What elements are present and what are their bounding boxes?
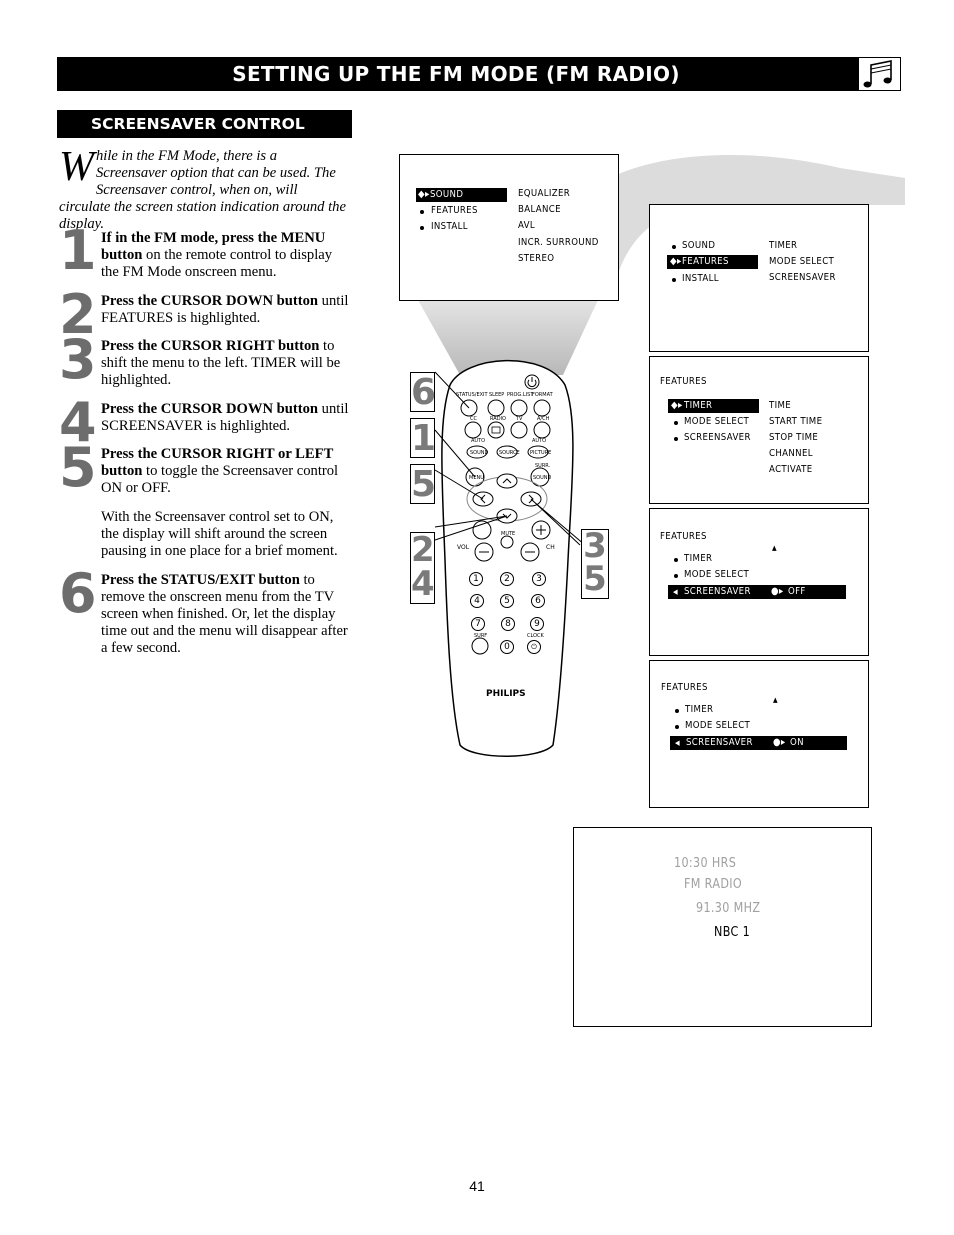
remote-label: FORMAT — [532, 392, 553, 398]
vol-up-button — [472, 520, 492, 540]
remote-label: CC — [470, 416, 477, 422]
callout-step-1: 1 — [410, 418, 437, 459]
digit-button-1[interactable]: 1 — [469, 572, 483, 586]
cc-button — [464, 421, 482, 439]
remote-label: SOUND — [533, 475, 552, 481]
digit-button-5[interactable]: 5 — [500, 594, 514, 608]
remote-label: SURF — [474, 633, 488, 639]
remote-label: VOL — [457, 544, 470, 551]
digit-button-4[interactable]: 4 — [470, 594, 484, 608]
callout-step-5: 5 — [410, 464, 437, 505]
remote-label: AUTO — [471, 438, 486, 444]
sleep-button — [487, 399, 505, 417]
remote-label: PROG.LIST — [507, 392, 534, 398]
remote-label: CH — [546, 544, 555, 551]
remote-label: SOURCE — [499, 450, 520, 456]
format-button — [533, 399, 551, 417]
remote-label: AUTO — [532, 438, 547, 444]
clock-button[interactable]: ⏻ — [527, 640, 541, 654]
callout-step-6: 6 — [410, 372, 437, 413]
ach-button — [533, 421, 551, 439]
remote-label: MENU — [469, 475, 484, 481]
mute-button — [500, 535, 514, 549]
digit-button-7[interactable]: 7 — [471, 617, 485, 631]
digit-button-9[interactable]: 9 — [530, 617, 544, 631]
remote-label: RADIO — [490, 416, 506, 422]
digit-button-0[interactable]: 0 — [500, 640, 514, 654]
digit-button-2[interactable]: 2 — [500, 572, 514, 586]
cursor-up-button — [496, 473, 518, 489]
remote-label: MUTE — [501, 531, 516, 537]
prog-list-button — [510, 399, 528, 417]
remote-label: A/CH — [537, 416, 550, 422]
remote-label: SURR. — [535, 463, 551, 469]
remote-label: TV — [516, 416, 523, 422]
remote-label: SOUND — [470, 450, 489, 456]
callout-steps-3-5: 3 5 — [581, 529, 609, 599]
digit-button-8[interactable]: 8 — [501, 617, 515, 631]
remote-label: CLOCK — [527, 633, 544, 639]
surf-button — [471, 637, 489, 655]
remote-label: STATUS/EXIT — [456, 392, 488, 398]
radio-button — [487, 421, 505, 439]
remote-label: PICTURE — [530, 450, 552, 456]
brand-logo: PHILIPS — [486, 689, 526, 699]
page-number: 41 — [469, 1178, 485, 1194]
remote-label: SLEEP — [489, 392, 505, 398]
callout-steps-2-4: 2 4 — [410, 530, 435, 604]
tv-button — [510, 421, 528, 439]
digit-button-3[interactable]: 3 — [532, 572, 546, 586]
digit-button-6[interactable]: 6 — [531, 594, 545, 608]
